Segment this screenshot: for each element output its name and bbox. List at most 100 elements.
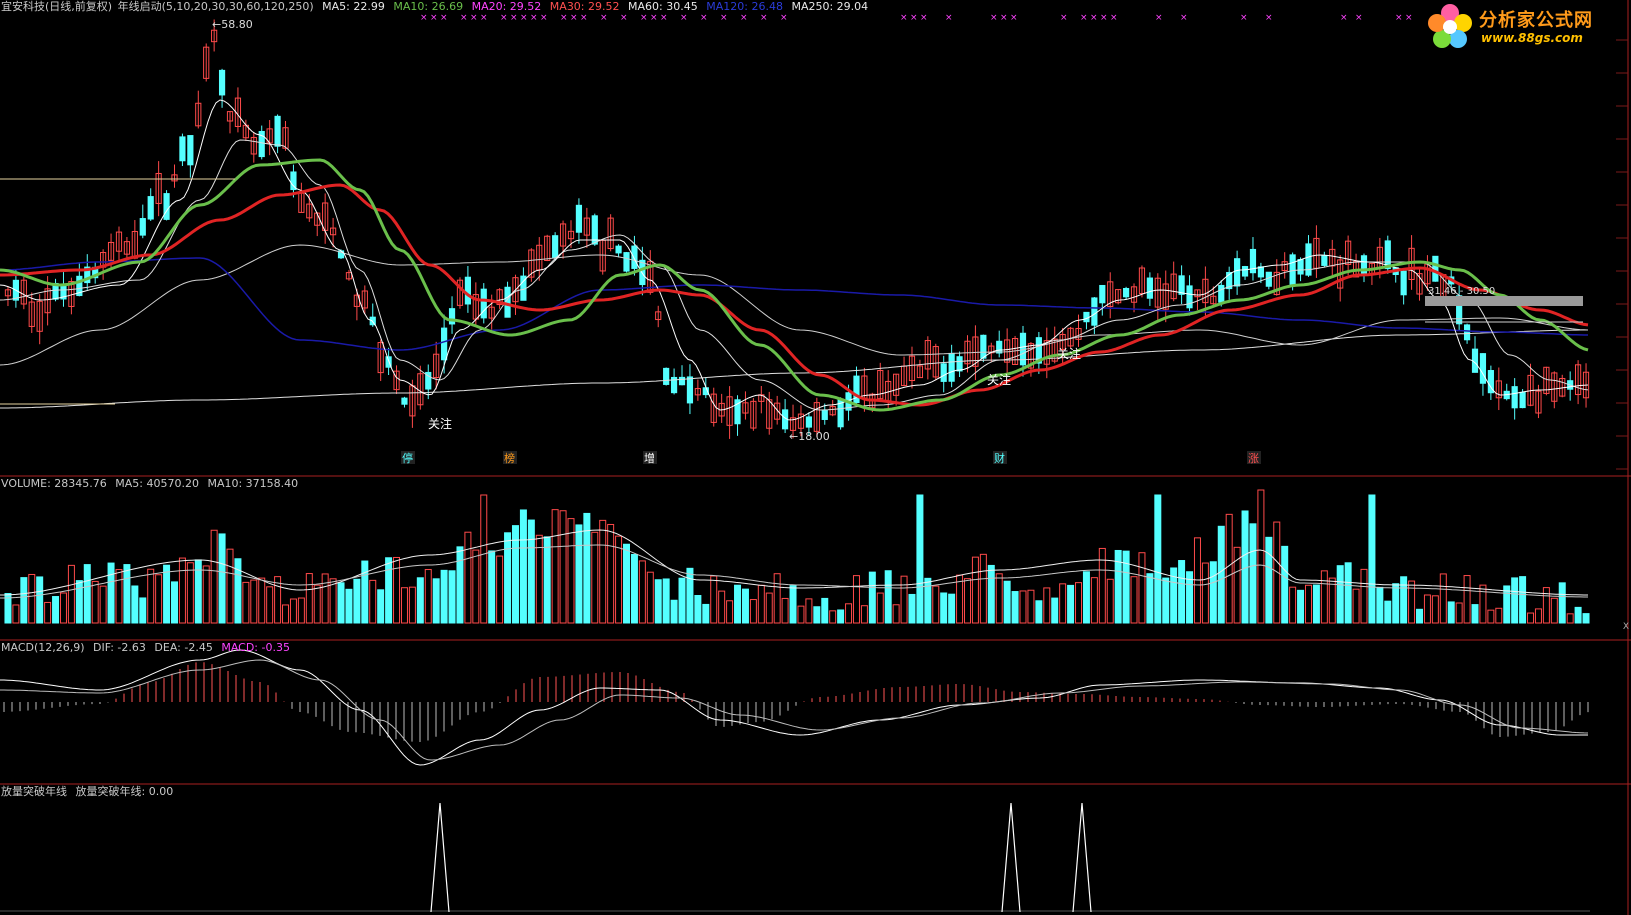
signal-x-marker: × [1265,13,1273,23]
indicator-name: 年线启动(5,10,20,30,30,60,120,250) [117,0,314,13]
volume-bar [202,565,210,624]
candle-body [686,376,694,404]
volume-bar [1019,590,1027,624]
signal-x-marker: × [440,13,448,23]
candle-body [1511,386,1518,409]
volume-bar [91,580,99,624]
volume-bar [305,573,313,624]
volume-bar [575,524,583,624]
signal-x-marker: × [740,13,748,23]
volume-bar [44,601,52,624]
signal-x-marker: × [530,13,538,23]
volume-bar [1051,597,1059,624]
volume-bar [1574,606,1582,624]
volume-bar [1130,576,1138,624]
candle-body [1321,255,1328,266]
volume-bar [615,535,623,624]
close-panel-icon[interactable]: X [1623,622,1629,632]
focus-label-3: 关注 [1057,346,1081,361]
high-annotation: ←58.80 [212,18,253,31]
candle-body [663,367,670,385]
volume-bar [456,546,464,624]
volume-bar [424,569,432,624]
volume-bar [726,600,734,624]
volume-bar [83,564,91,624]
volume-bar [12,604,20,624]
volume-bar [59,592,67,624]
volume-bar [1217,525,1225,624]
volume-bar [876,592,884,624]
volume-bar [749,599,757,624]
candle-body [1519,391,1526,409]
volume-bar [948,593,956,624]
volume-bar [741,588,749,624]
signal-x-marker: × [1100,13,1108,23]
volume-bar [662,578,670,624]
volume-bar [630,553,638,624]
volume-bar [345,588,353,624]
ma20-value: MA20: 29.52 [471,0,542,13]
volume-bar [1082,571,1090,624]
volume-bar [178,557,186,624]
volume-bar [1431,595,1439,624]
signal-x-marker: × [910,13,918,23]
volume-bar [1027,589,1035,624]
signal-x-marker: × [1355,13,1363,23]
volume-bar [488,550,496,624]
volume-bar [702,603,710,624]
candle-body [1091,297,1098,326]
volume-bar [845,603,853,624]
volume-bar [1384,600,1392,624]
volume-bar [757,584,765,624]
volume-bar [1558,582,1566,624]
volume-bar [821,597,829,624]
candle-body [147,196,154,220]
candle-body [623,252,630,272]
volume-bar [718,590,726,624]
signal-x-marker: × [660,13,668,23]
focus-label-1: 关注 [428,416,452,431]
volume-bar [107,562,115,624]
signal-x-marker: × [1000,13,1008,23]
signal-x-marker: × [720,13,728,23]
volume-bar [1408,580,1416,624]
volume-bar [686,567,694,624]
volume-bar [1423,594,1431,624]
volume-bar [1479,584,1487,624]
signal-spike-2 [1072,802,1092,913]
signal-x-marker: × [510,13,518,23]
volume-bar [289,598,297,624]
candle-body [1479,353,1487,384]
candle-body [821,409,828,420]
logo-url: www.88gs.com [1481,31,1583,45]
volume-bar [1249,523,1257,624]
candle-body [575,204,583,233]
volume-bar [852,575,860,624]
volume-bar [416,577,424,624]
volume-bar [115,569,123,624]
volume-bar [147,568,155,624]
volume-bar [1035,600,1043,624]
signal-x-marker: × [920,13,928,23]
volume-bar [400,587,408,624]
volume-bar [829,610,837,624]
ma250-line [0,329,1588,409]
signal-x-marker: × [460,13,468,23]
volume-bar [1455,602,1463,624]
candle-body [1241,266,1249,277]
volume-bar [1273,521,1281,624]
volume-bar [337,582,345,624]
candle-body [948,352,955,382]
volume-bar [353,578,361,624]
signal-x-marker: × [520,13,528,23]
volume-bar [1487,609,1495,624]
signal-x-marker: × [1110,13,1118,23]
marker-label: 增 [644,451,655,465]
volume-bar [987,564,995,624]
stock-chart[interactable]: ←58.80←18.0031.46 - 30.50关注关注关注× × × × × × × × ×… [0,0,1631,915]
ma30-line [0,183,1589,407]
volume-bar [654,579,662,624]
logo-title: 分析家公式网 [1479,10,1593,31]
volume-bar [377,589,385,624]
candle-body [996,340,1003,354]
